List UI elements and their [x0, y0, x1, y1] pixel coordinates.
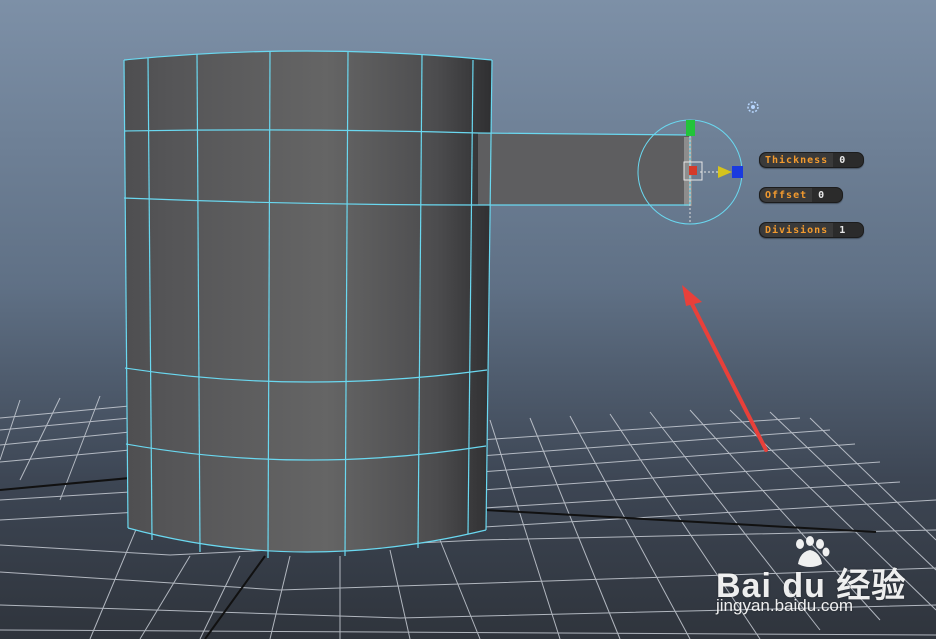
cylinder-mesh[interactable]: [124, 51, 692, 553]
thickness-label: Thickness: [760, 153, 834, 167]
thickness-value[interactable]: 0: [833, 155, 863, 166]
divisions-value[interactable]: 1: [833, 225, 863, 236]
watermark-url: jingyan.baidu.com: [716, 596, 854, 615]
thickness-field[interactable]: Thickness 0: [759, 152, 864, 168]
offset-label: Offset: [760, 188, 813, 202]
maya-viewport[interactable]: Thickness 0 Offset 0 Divisions 1 Bai du …: [0, 0, 936, 639]
divisions-label: Divisions: [760, 223, 834, 237]
divisions-field[interactable]: Divisions 1: [759, 222, 864, 238]
offset-field[interactable]: Offset 0: [759, 187, 843, 203]
view-cube-icon[interactable]: [747, 101, 759, 113]
baidu-watermark: Bai du 经验 jingyan.baidu.com: [716, 534, 916, 624]
offset-value[interactable]: 0: [812, 190, 842, 201]
